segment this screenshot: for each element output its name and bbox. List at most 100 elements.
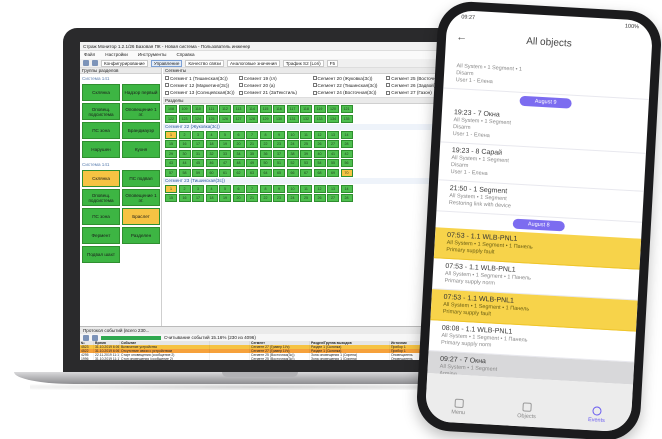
- zone-tile[interactable]: 53: [300, 159, 312, 167]
- zone-tile[interactable]: 67: [300, 168, 312, 177]
- zone-tile[interactable]: 41: [327, 149, 339, 158]
- zone-tile[interactable]: 5: [219, 130, 231, 139]
- zone-tile[interactable]: 13: [327, 130, 339, 139]
- zone-tile[interactable]: 134: [327, 114, 339, 123]
- nav-objects[interactable]: Objects: [517, 402, 537, 420]
- segment-item[interactable]: Сегмент 21 (ЗаТекстиль): [238, 90, 309, 96]
- zone-tile[interactable]: 119: [313, 105, 326, 113]
- zone-tile[interactable]: 55: [327, 159, 339, 167]
- zone-tile[interactable]: 24: [286, 140, 299, 148]
- zone-tile[interactable]: 47: [219, 159, 231, 167]
- zone-tile[interactable]: 9: [273, 184, 285, 193]
- section-tile[interactable]: ПС подвал: [122, 170, 160, 187]
- zone-tile[interactable]: 52: [286, 159, 299, 167]
- menu-item-1[interactable]: Настройки: [105, 52, 128, 58]
- section-tile[interactable]: Оповещение 1 эт.: [122, 189, 160, 206]
- segment-item[interactable]: Сегмент 1 (Тишинская(Зс)): [165, 75, 235, 81]
- zone-tile[interactable]: 54: [313, 159, 326, 167]
- segment-item[interactable]: Сегмент 12 (Маркетинг(Зс)): [165, 82, 235, 88]
- zone-tile[interactable]: 117: [286, 105, 299, 113]
- event-log-title[interactable]: Протокол событий (всего 230...: [80, 326, 458, 334]
- zone-tile[interactable]: 115: [259, 105, 272, 113]
- tab-0[interactable]: Конфигурирование: [101, 59, 148, 67]
- zone-tile[interactable]: 39: [300, 149, 312, 158]
- zone-tile[interactable]: 126: [219, 114, 231, 123]
- checkbox-icon[interactable]: [238, 83, 243, 88]
- section-tile[interactable]: Надзор первый: [122, 84, 160, 101]
- zone-tile[interactable]: 26: [313, 140, 326, 148]
- zone-tile[interactable]: 120: [327, 105, 339, 113]
- zone-tile[interactable]: 22: [259, 194, 272, 202]
- segment-item[interactable]: Сегмент 24 (Восточная(3с)): [312, 90, 383, 96]
- menu-item-3[interactable]: Справка: [176, 52, 194, 58]
- tab-3[interactable]: Аналоговые значения: [226, 59, 280, 67]
- event-item[interactable]: All System • 1 Segment • 1 Disarm User 1…: [443, 57, 651, 100]
- zone-tile[interactable]: 69: [327, 168, 339, 177]
- zone-tile[interactable]: 28: [340, 194, 353, 202]
- zone-tile[interactable]: 32: [205, 149, 218, 158]
- section-tile[interactable]: Браслет: [122, 208, 160, 225]
- zone-tile[interactable]: 45: [192, 159, 204, 167]
- segment-item[interactable]: Сегмент 19 (гл): [238, 75, 309, 81]
- zone-tile[interactable]: 57: [165, 168, 177, 177]
- zone-tile[interactable]: 38: [286, 149, 299, 158]
- save-icon[interactable]: [83, 60, 89, 66]
- nav-events[interactable]: Events: [588, 406, 606, 424]
- zone-tile[interactable]: 124: [192, 114, 204, 123]
- zone-tile[interactable]: 7: [246, 130, 258, 139]
- checkbox-icon[interactable]: [312, 90, 317, 95]
- zone-tile[interactable]: 64: [259, 168, 272, 177]
- zone-tile[interactable]: 21: [246, 140, 258, 148]
- checkbox-icon[interactable]: [312, 76, 317, 81]
- checkbox-icon[interactable]: [386, 76, 391, 81]
- section-tile[interactable]: Нарушен: [82, 141, 120, 158]
- zone-tile[interactable]: 25: [300, 140, 312, 148]
- zone-tile[interactable]: 13: [327, 184, 339, 193]
- events-feed[interactable]: All System • 1 Segment • 1 Disarm User 1…: [427, 57, 651, 385]
- zone-tile[interactable]: 66: [286, 168, 299, 177]
- zone-tile[interactable]: 2: [178, 184, 191, 193]
- zone-tile[interactable]: 60: [205, 168, 218, 177]
- zone-tile[interactable]: 14: [340, 130, 353, 139]
- zone-tile[interactable]: 16: [178, 140, 191, 148]
- zone-tile[interactable]: 18: [205, 194, 218, 202]
- zone-tile[interactable]: 5: [219, 184, 231, 193]
- zone-tile[interactable]: 127: [232, 114, 245, 123]
- open-icon[interactable]: [92, 60, 98, 66]
- zone-tile[interactable]: 12: [313, 130, 326, 139]
- zone-tile[interactable]: 19: [219, 140, 231, 148]
- zone-tile[interactable]: 125: [205, 114, 218, 123]
- zone-tile[interactable]: 50: [259, 159, 272, 167]
- segment-item[interactable]: Сегмент 20 (а): [238, 82, 309, 88]
- zone-tile[interactable]: 112: [219, 105, 231, 113]
- zone-tile[interactable]: 118: [300, 105, 312, 113]
- zone-tile[interactable]: 9: [273, 130, 285, 139]
- zone-tile[interactable]: 16: [178, 194, 191, 202]
- zone-tile[interactable]: 30: [178, 149, 191, 158]
- tab-4[interactable]: Трафик S2 (Lori): [282, 59, 324, 67]
- section-tile[interactable]: ПС зона: [82, 208, 120, 225]
- section-tile[interactable]: Фермент: [82, 227, 120, 244]
- zone-tile[interactable]: 6: [232, 130, 245, 139]
- zone-tile[interactable]: 19: [219, 194, 231, 202]
- zone-tile[interactable]: 59: [192, 168, 204, 177]
- zone-tile[interactable]: 4: [205, 130, 218, 139]
- filter-icon[interactable]: [92, 334, 98, 341]
- zone-tile[interactable]: 7: [246, 184, 258, 193]
- zone-tile[interactable]: 122: [165, 114, 177, 123]
- zone-tile[interactable]: 2: [178, 130, 191, 139]
- zone-tile[interactable]: 56: [340, 159, 353, 167]
- zone-tile[interactable]: 25: [300, 194, 312, 202]
- zone-tile[interactable]: 27: [327, 140, 339, 148]
- zone-tile[interactable]: 34: [232, 149, 245, 158]
- checkbox-icon[interactable]: [238, 90, 243, 95]
- zone-tile[interactable]: 58: [178, 168, 191, 177]
- zone-tile[interactable]: 68: [313, 168, 326, 177]
- zone-tile[interactable]: 20: [232, 140, 245, 148]
- zone-tile[interactable]: 51: [273, 159, 285, 167]
- zone-tile[interactable]: 63: [246, 168, 258, 177]
- zone-tile[interactable]: 3: [192, 130, 204, 139]
- zone-tile[interactable]: 70: [340, 168, 353, 177]
- zone-tile[interactable]: 44: [178, 159, 191, 167]
- zone-tile[interactable]: 62: [232, 168, 245, 177]
